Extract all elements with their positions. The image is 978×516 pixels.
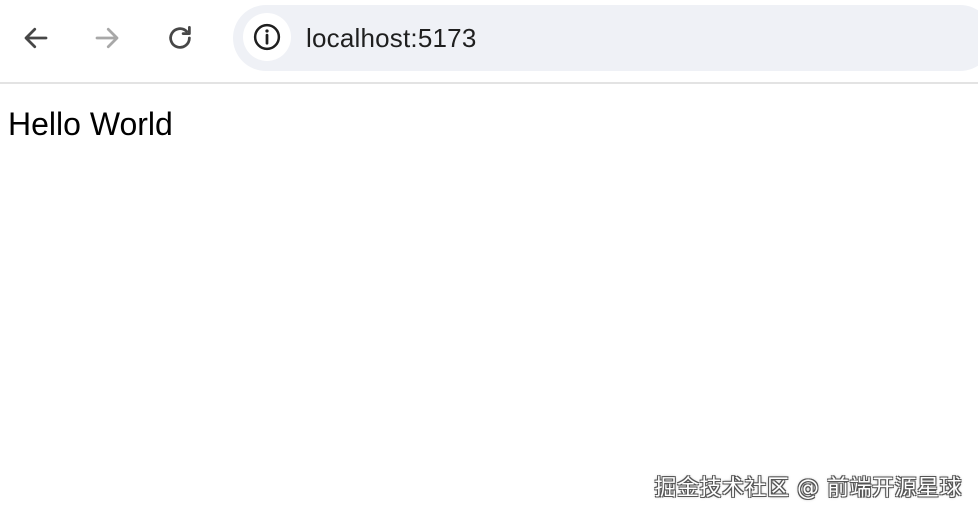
info-icon [253, 23, 281, 51]
site-info-button[interactable] [243, 13, 291, 61]
forward-button[interactable] [87, 18, 127, 58]
arrow-right-icon [95, 27, 119, 49]
page-heading: Hello World [8, 106, 173, 142]
reload-button[interactable] [160, 18, 200, 58]
browser-toolbar: localhost:5173 [0, 0, 978, 84]
watermark: 掘金技术社区 @ 前端开源星球 [654, 476, 962, 501]
url-text[interactable]: localhost:5173 [306, 5, 476, 71]
back-button[interactable] [16, 18, 56, 58]
address-bar[interactable]: localhost:5173 [233, 5, 978, 71]
page-content: Hello World 掘金技术社区 @ 前端开源星球 [0, 86, 978, 516]
reload-icon [169, 26, 191, 49]
arrow-left-icon [24, 27, 48, 49]
